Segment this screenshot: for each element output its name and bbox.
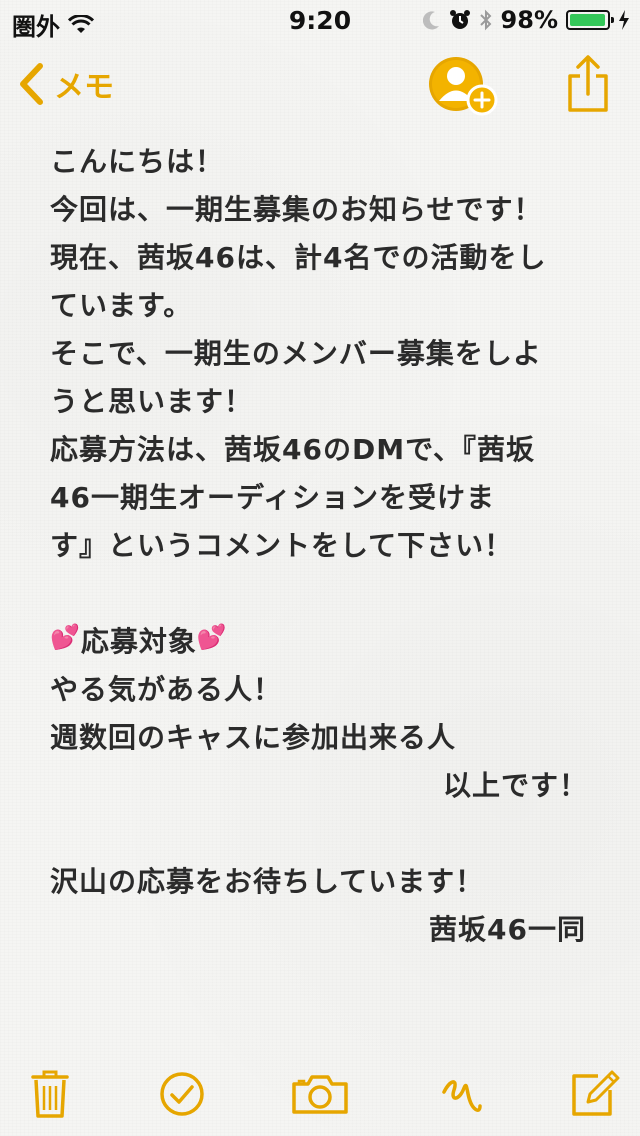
- chevron-left-icon: [20, 63, 43, 105]
- final-line: 沢山の応募をお待ちしています！: [50, 865, 485, 898]
- section-title-line: 💕応募対象💕: [50, 618, 610, 666]
- add-person-button[interactable]: [426, 54, 502, 118]
- note-line: 現在、茜坂46は、計4名での活動をし: [50, 241, 547, 274]
- two-hearts-emoji: 💕: [50, 623, 81, 651]
- moon-icon: [422, 11, 439, 30]
- nav-bar: メモ: [0, 44, 640, 124]
- battery-tip: [611, 17, 614, 23]
- note-line: こんにちは！: [50, 145, 225, 178]
- status-right: 98%: [422, 6, 630, 34]
- camera-icon: [292, 1075, 348, 1114]
- share-button[interactable]: [566, 54, 610, 114]
- trash-icon: [31, 1070, 69, 1118]
- back-button[interactable]: メモ: [18, 60, 114, 108]
- note-line: ています。: [50, 289, 193, 322]
- back-label: メモ: [54, 70, 114, 105]
- two-hearts-emoji: 💕: [196, 623, 228, 651]
- note-line: 今回は、一期生募集のお知らせです！: [50, 193, 543, 226]
- target-line: やる気がある人！: [50, 673, 283, 706]
- note-body[interactable]: こんにちは！ 今回は、一期生募集のお知らせです！ 現在、茜坂46は、計4名での活…: [50, 138, 610, 954]
- alarm-icon: [449, 10, 470, 29]
- note-line: 46一期生オーディションを受けま: [50, 481, 496, 514]
- note-line: そこで、一期生のメンバー募集をしよ: [50, 337, 542, 370]
- target-line: 週数回のキャスに参加出来る人: [50, 721, 457, 754]
- charging-bolt-icon: [619, 10, 629, 30]
- section-title: 応募対象: [80, 625, 197, 658]
- status-bar: 圏外 9:20 98%: [0, 0, 640, 41]
- battery-icon: [566, 10, 614, 30]
- closing-line: 以上です！: [442, 769, 588, 802]
- add-person-icon: [429, 57, 498, 116]
- trash-button[interactable]: [20, 1064, 80, 1124]
- bluetooth-icon: [479, 9, 491, 31]
- checkmark-circle-icon: [160, 1072, 204, 1116]
- share-icon: [568, 55, 608, 112]
- sketch-button[interactable]: [430, 1064, 490, 1124]
- checklist-button[interactable]: [152, 1064, 212, 1124]
- signature-line: 茜坂46一同: [429, 913, 586, 946]
- battery-percent: 98%: [500, 6, 558, 34]
- note-line: 応募方法は、茜坂46のDMで、『茜坂: [50, 433, 535, 466]
- compose-button[interactable]: [564, 1064, 624, 1124]
- note-line: す』というコメントをして下さい！: [50, 529, 514, 562]
- battery-fill: [570, 14, 605, 26]
- sketch-icon: [442, 1080, 482, 1112]
- compose-icon: [572, 1070, 620, 1116]
- camera-button[interactable]: [288, 1064, 352, 1124]
- note-line: うと思います！: [50, 385, 254, 418]
- bottom-toolbar: [0, 1046, 640, 1136]
